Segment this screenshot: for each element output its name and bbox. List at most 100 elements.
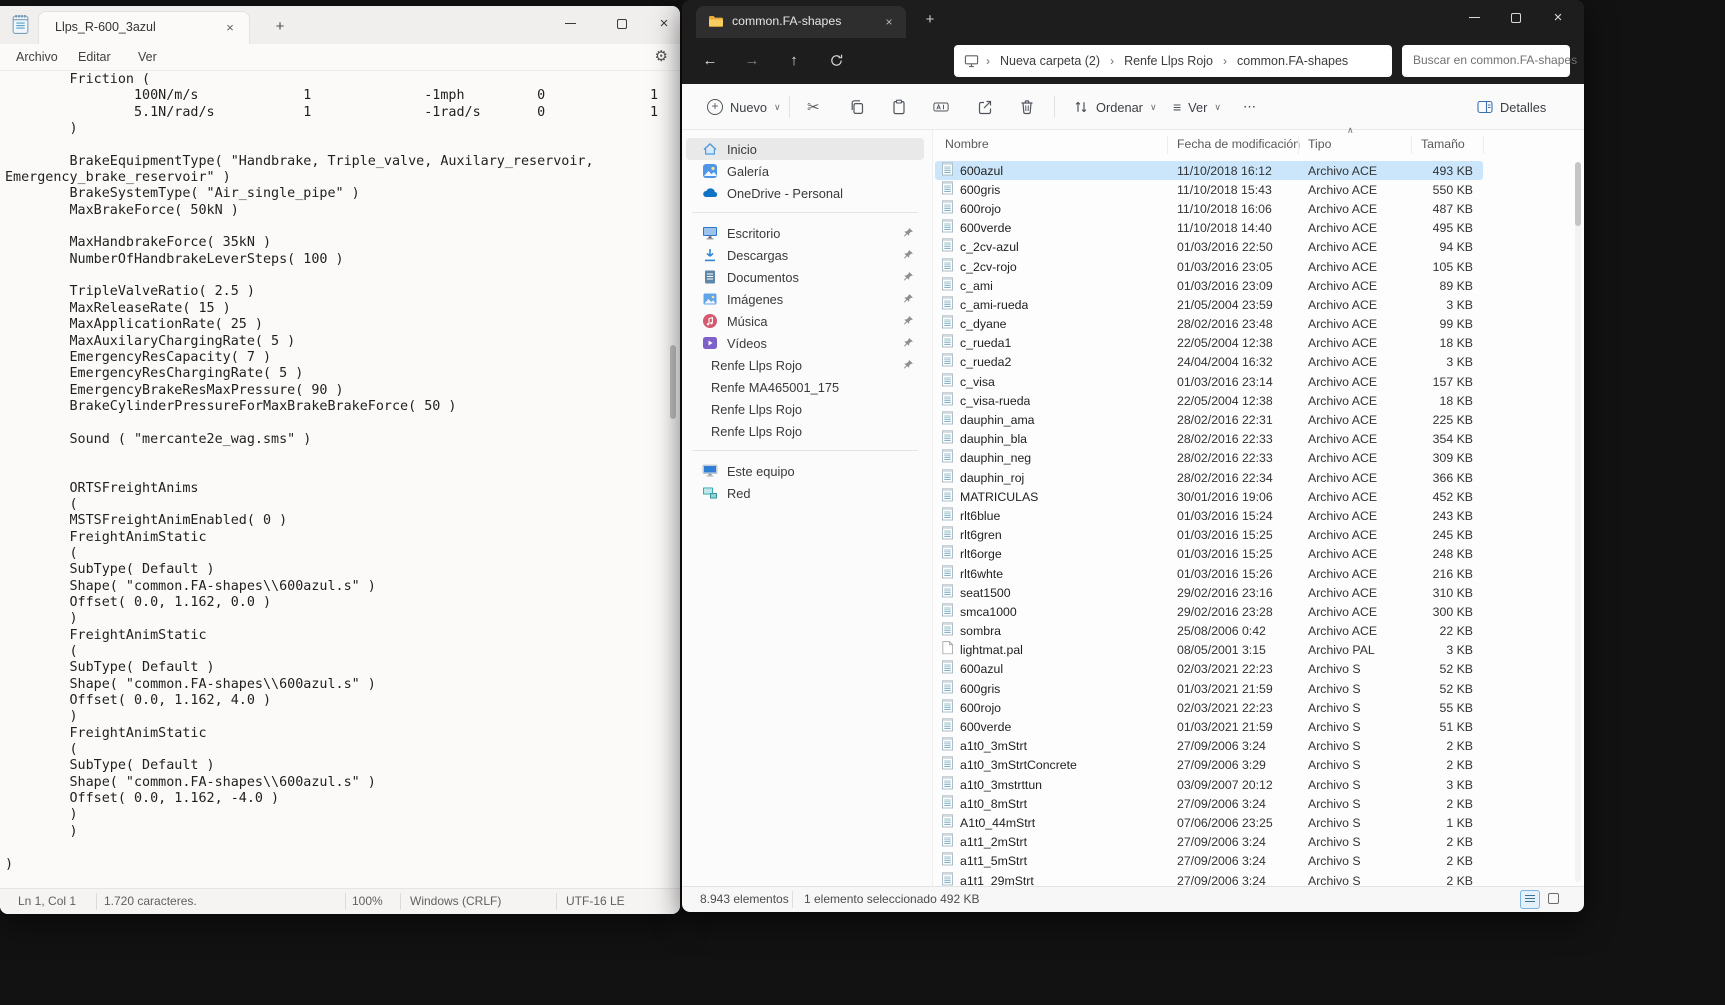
explorer-new-tab-button[interactable]: + [920,10,940,30]
status-encoding[interactable]: UTF-16 LE [566,894,625,908]
settings-gear-icon[interactable]: ⚙ [655,47,668,65]
sidebar-item-galer-a[interactable]: Galería [686,160,924,182]
sidebar-item-red[interactable]: Red [686,482,924,504]
table-row[interactable]: c_ami-rueda21/05/2004 23:59Archivo ACE3 … [935,295,1483,314]
menu-editar[interactable]: Editar [72,48,117,66]
sidebar-item-renfe-ma465001-175[interactable]: Renfe MA465001_175 [686,376,924,398]
table-row[interactable]: 600azul02/03/2021 22:23Archivo S52 KB [935,660,1483,679]
menu-ver[interactable]: Ver [132,48,163,66]
notepad-minimize-button[interactable] [548,6,592,42]
table-row[interactable]: 600azul11/10/2018 16:12Archivo ACE493 KB [935,161,1483,180]
sidebar-item-im-genes[interactable]: Imágenes [686,288,924,310]
table-row[interactable]: 600rojo02/03/2021 22:23Archivo S55 KB [935,698,1483,717]
search-input[interactable]: Buscar en common.FA-shapes [1402,45,1570,77]
sidebar-item-descargas[interactable]: Descargas [686,244,924,266]
explorer-titlebar[interactable]: common.FA-shapes × + × [682,0,1584,38]
sidebar-item-renfe-llps-rojo[interactable]: Renfe Llps Rojo [686,420,924,442]
status-zoom-level[interactable]: 100% [352,894,383,908]
table-row[interactable]: dauphin_roj28/02/2016 22:34Archivo ACE36… [935,468,1483,487]
sidebar-item-v-deos[interactable]: Vídeos [686,332,924,354]
back-icon[interactable]: ← [698,49,722,73]
table-row[interactable]: c_ami01/03/2016 23:09Archivo ACE89 KB [935,276,1483,295]
notepad-close-button[interactable]: × [642,6,680,42]
table-row[interactable]: 600gris11/10/2018 15:43Archivo ACE550 KB [935,180,1483,199]
view-button[interactable]: ≡ Ver ∨ [1164,92,1230,122]
forward-icon[interactable]: → [740,49,764,73]
table-row[interactable]: a1t0_3mStrt27/09/2006 3:24Archivo S2 KB [935,737,1483,756]
table-row[interactable]: seat150029/02/2016 23:16Archivo ACE310 K… [935,583,1483,602]
notepad-new-tab-button[interactable]: + [270,17,290,37]
column-header-tipo[interactable]: Tipo [1308,137,1331,151]
new-button[interactable]: + Nuevo ∨ [698,92,790,122]
explorer-tab-close-icon[interactable]: × [880,13,898,31]
column-header-nombre[interactable]: Nombre [945,137,989,151]
explorer-maximize-button[interactable] [1494,0,1538,36]
breadcrumb[interactable]: ›Nueva carpeta (2)›Renfe Llps Rojo›commo… [954,45,1392,77]
notepad-tab[interactable]: Llps_R-600_3azul × [38,11,250,44]
details-view-toggle[interactable] [1520,890,1540,909]
table-row[interactable]: dauphin_ama28/02/2016 22:31Archivo ACE22… [935,410,1483,429]
breadcrumb-item[interactable]: common.FA-shapes [1234,52,1351,70]
table-row[interactable]: c_rueda122/05/2004 12:38Archivo ACE18 KB [935,334,1483,353]
copy-button[interactable] [840,92,874,122]
breadcrumb-item[interactable]: Nueva carpeta (2) [997,52,1103,70]
notepad-tab-close-icon[interactable]: × [221,19,239,37]
table-row[interactable]: 600rojo11/10/2018 16:06Archivo ACE487 KB [935,199,1483,218]
table-row[interactable]: c_visa-rueda22/05/2004 12:38Archivo ACE1… [935,391,1483,410]
table-row[interactable]: c_dyane28/02/2016 23:48Archivo ACE99 KB [935,315,1483,334]
table-row[interactable]: sombra25/08/2006 0:42Archivo ACE22 KB [935,622,1483,641]
table-row[interactable]: 600verde01/03/2021 21:59Archivo S51 KB [935,717,1483,736]
sidebar-item-onedrive-personal[interactable]: OneDrive - Personal [686,182,924,204]
table-row[interactable]: a1t1_5mStrt27/09/2006 3:24Archivo S2 KB [935,852,1483,871]
notepad-text-area[interactable]: Friction ( 100N/m/s 1 -1mph 0 1 5.1N/rad… [5,72,660,888]
sidebar-item-m-sica[interactable]: Música [686,310,924,332]
table-row[interactable]: a1t0_8mStrt27/09/2006 3:24Archivo S2 KB [935,794,1483,813]
up-icon[interactable]: ↑ [782,49,806,73]
sidebar-item-documentos[interactable]: Documentos [686,266,924,288]
details-pane-button[interactable]: Detalles [1468,92,1555,122]
table-row[interactable]: c_rueda224/04/2004 16:32Archivo ACE3 KB [935,353,1483,372]
sort-button[interactable]: Ordenar ∨ [1064,92,1166,122]
breadcrumb-item[interactable]: Renfe Llps Rojo [1121,52,1216,70]
table-row[interactable]: a1t1_2mStrt27/09/2006 3:24Archivo S2 KB [935,833,1483,852]
table-row[interactable]: rlt6gren01/03/2016 15:25Archivo ACE245 K… [935,526,1483,545]
explorer-minimize-button[interactable] [1452,0,1496,36]
table-row[interactable]: c_2cv-azul01/03/2016 22:50Archivo ACE94 … [935,238,1483,257]
table-row[interactable]: dauphin_bla28/02/2016 22:33Archivo ACE35… [935,430,1483,449]
menu-archivo[interactable]: Archivo [10,48,64,66]
table-row[interactable]: c_2cv-rojo01/03/2016 23:05Archivo ACE105… [935,257,1483,276]
column-header-tamano[interactable]: Tamaño [1421,137,1465,151]
notepad-scrollbar-thumb[interactable] [670,345,676,419]
refresh-icon[interactable] [824,49,848,73]
explorer-tab[interactable]: common.FA-shapes × [696,6,906,38]
table-row[interactable]: rlt6orge01/03/2016 15:25Archivo ACE248 K… [935,545,1483,564]
table-row[interactable]: rlt6blue01/03/2016 15:24Archivo ACE243 K… [935,506,1483,525]
sidebar-item-renfe-llps-rojo[interactable]: Renfe Llps Rojo [686,398,924,420]
cut-button[interactable]: ✂ [798,92,829,122]
icons-view-toggle[interactable] [1544,890,1564,909]
delete-button[interactable] [1010,92,1044,122]
table-row[interactable]: A1t0_44mStrt07/06/2006 23:25Archivo S1 K… [935,813,1483,832]
table-row[interactable]: c_visa01/03/2016 23:14Archivo ACE157 KB [935,372,1483,391]
table-row[interactable]: MATRICULAS30/01/2016 19:06Archivo ACE452… [935,487,1483,506]
table-row[interactable]: 600verde11/10/2018 14:40Archivo ACE495 K… [935,219,1483,238]
share-button[interactable] [968,92,1002,122]
table-row[interactable]: a1t0_3mStrtConcrete27/09/2006 3:29Archiv… [935,756,1483,775]
table-row[interactable]: rlt6whte01/03/2016 15:26Archivo ACE216 K… [935,564,1483,583]
sidebar-item-renfe-llps-rojo[interactable]: Renfe Llps Rojo [686,354,924,376]
file-list-scrollbar[interactable] [1575,162,1581,882]
table-row[interactable]: lightmat.pal08/05/2001 3:15Archivo PAL3 … [935,641,1483,660]
sidebar-item-este-equipo[interactable]: Este equipo [686,460,924,482]
sidebar-item-inicio[interactable]: Inicio [686,138,924,160]
table-row[interactable]: smca100029/02/2016 23:28Archivo ACE300 K… [935,602,1483,621]
sidebar-item-escritorio[interactable]: Escritorio [686,222,924,244]
rename-button[interactable] [924,92,958,122]
table-row[interactable]: 600gris01/03/2021 21:59Archivo S52 KB [935,679,1483,698]
status-line-endings[interactable]: Windows (CRLF) [410,894,501,908]
paste-button[interactable] [882,92,916,122]
explorer-close-button[interactable]: × [1536,0,1580,36]
notepad-titlebar[interactable]: Llps_R-600_3azul × + × [0,6,680,44]
notepad-maximize-button[interactable] [600,6,644,42]
table-row[interactable]: a1t0_3mstrttun03/09/2007 20:12Archivo S3… [935,775,1483,794]
more-options-button[interactable]: ⋯ [1234,92,1265,122]
